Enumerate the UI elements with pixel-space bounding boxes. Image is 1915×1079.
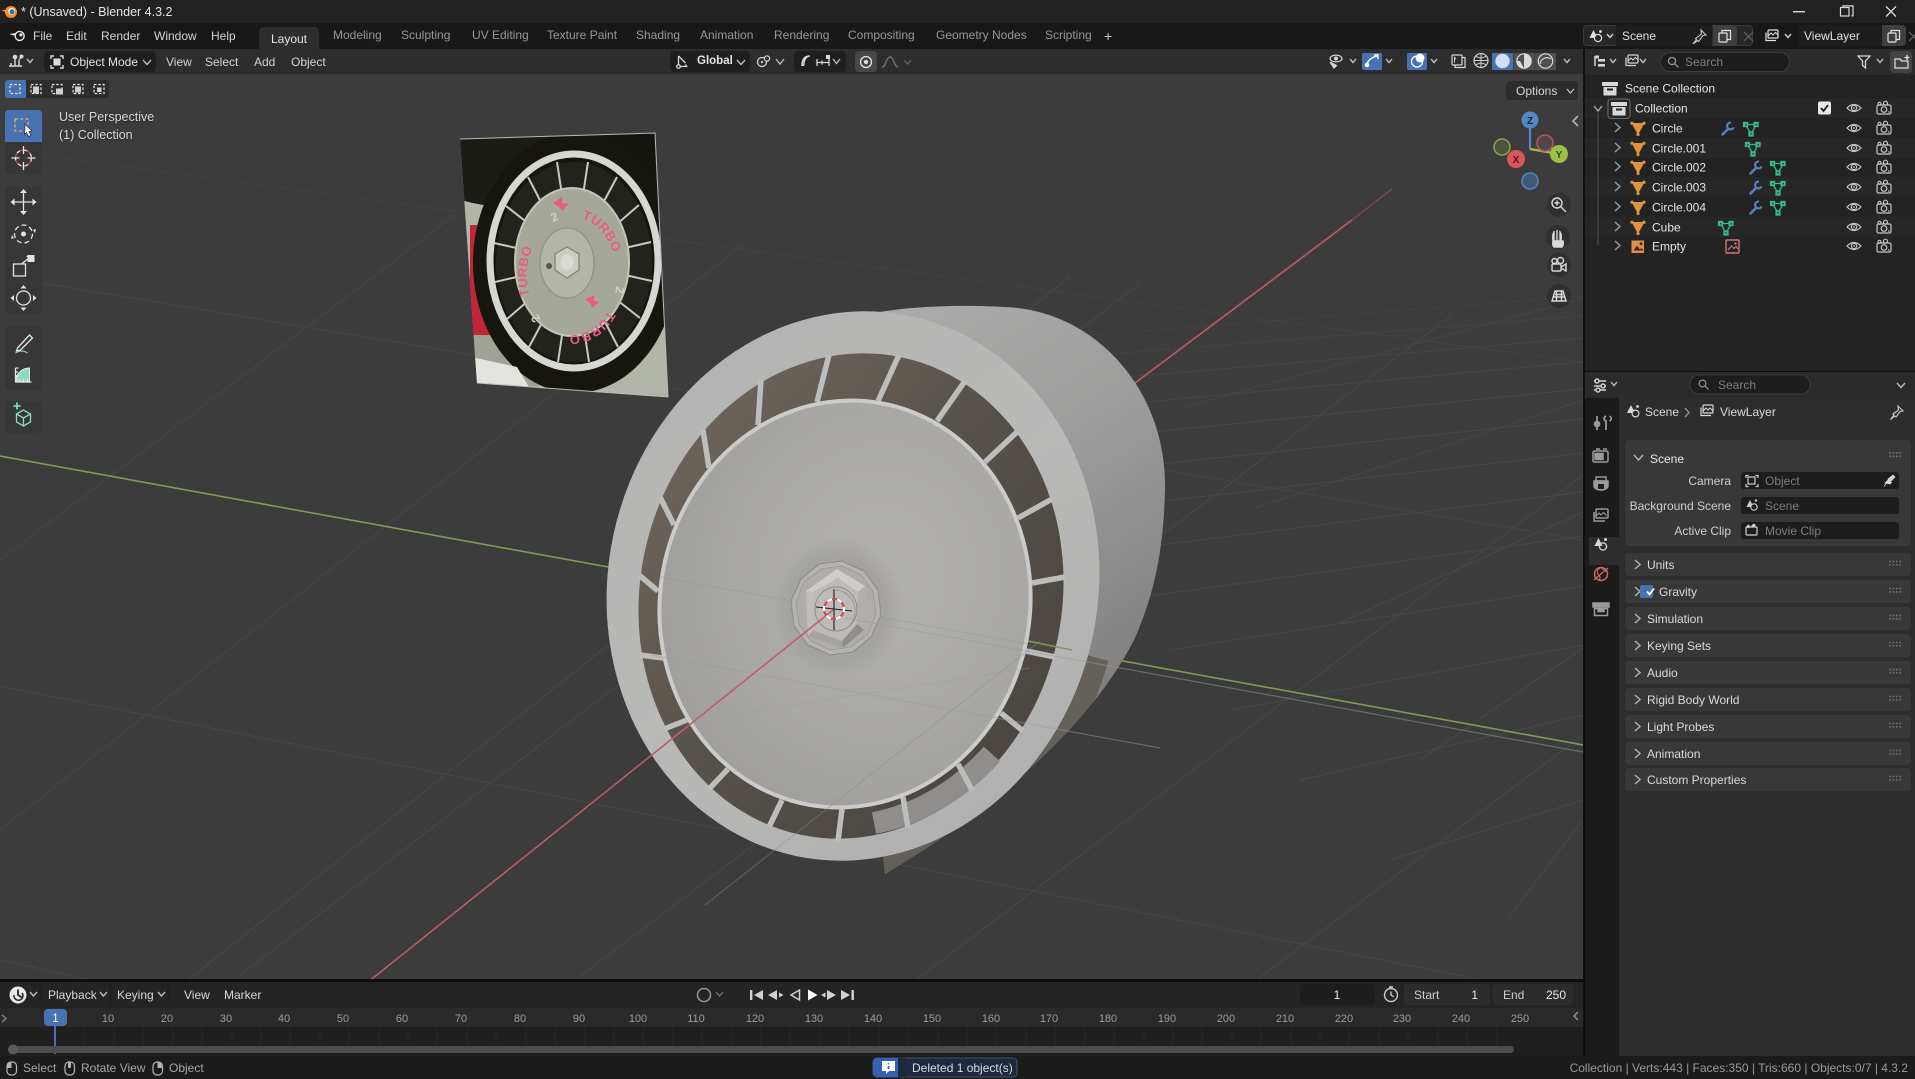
svg-text:Gravity: Gravity — [1659, 585, 1697, 599]
svg-text:Movie Clip: Movie Clip — [1765, 524, 1821, 538]
svg-text:110: 110 — [687, 1013, 705, 1025]
svg-text:130: 130 — [805, 1013, 823, 1025]
svg-text:230: 230 — [1393, 1013, 1411, 1025]
svg-text:Deleted 1 object(s): Deleted 1 object(s) — [912, 1061, 1013, 1075]
svg-text:Scene Collection: Scene Collection — [1625, 82, 1715, 96]
svg-text:Camera: Camera — [1688, 474, 1731, 488]
svg-text:Animation: Animation — [1647, 747, 1700, 761]
svg-text:Marker: Marker — [224, 988, 261, 1002]
svg-text:160: 160 — [982, 1013, 1000, 1025]
svg-text:1: 1 — [1334, 988, 1341, 1002]
svg-text:Cube: Cube — [1652, 221, 1681, 235]
svg-text:Select: Select — [23, 1061, 57, 1075]
svg-text:Rotate View: Rotate View — [81, 1061, 146, 1075]
svg-text:50: 50 — [337, 1013, 349, 1025]
svg-text:Circle.002: Circle.002 — [1652, 161, 1706, 175]
svg-text:150: 150 — [923, 1013, 941, 1025]
svg-text:70: 70 — [455, 1013, 467, 1025]
svg-text:X: X — [1513, 155, 1520, 166]
svg-text:Active Clip: Active Clip — [1674, 524, 1731, 538]
svg-text:Simulation: Simulation — [1647, 612, 1703, 626]
svg-text:Collection | Verts:443 | Faces: Collection | Verts:443 | Faces:350 | Tri… — [1570, 1061, 1909, 1075]
svg-text:Scene: Scene — [1645, 405, 1679, 419]
svg-text:Audio: Audio — [1647, 666, 1678, 680]
svg-text:180: 180 — [1099, 1013, 1117, 1025]
svg-text:Rigid Body World: Rigid Body World — [1647, 693, 1739, 707]
svg-text:210: 210 — [1276, 1013, 1294, 1025]
svg-text:Start: Start — [1414, 988, 1440, 1002]
svg-text:10: 10 — [102, 1013, 114, 1025]
svg-text:250: 250 — [1546, 988, 1566, 1002]
svg-text:Y: Y — [1556, 150, 1563, 161]
svg-text:90: 90 — [573, 1013, 585, 1025]
svg-text:60: 60 — [396, 1013, 408, 1025]
svg-text:Circle.001: Circle.001 — [1652, 142, 1706, 156]
svg-text:100: 100 — [629, 1013, 647, 1025]
svg-text:140: 140 — [864, 1013, 882, 1025]
svg-text:Playback: Playback — [48, 988, 98, 1002]
svg-text:Background Scene: Background Scene — [1630, 499, 1732, 513]
svg-text:30: 30 — [220, 1013, 232, 1025]
svg-text:Units: Units — [1647, 558, 1674, 572]
svg-text:170: 170 — [1040, 1013, 1058, 1025]
svg-text:Object: Object — [169, 1061, 204, 1075]
svg-text:Custom Properties: Custom Properties — [1647, 773, 1746, 787]
svg-text:End: End — [1503, 988, 1524, 1002]
svg-text:Scene: Scene — [1650, 452, 1684, 466]
svg-text:200: 200 — [1217, 1013, 1235, 1025]
svg-text:ViewLayer: ViewLayer — [1720, 405, 1776, 419]
svg-text:250: 250 — [1511, 1013, 1529, 1025]
svg-text:1: 1 — [52, 1013, 58, 1025]
svg-text:Circle.003: Circle.003 — [1652, 181, 1706, 195]
svg-text:View: View — [184, 988, 210, 1002]
svg-text:Keying: Keying — [117, 988, 154, 1002]
svg-text:190: 190 — [1158, 1013, 1176, 1025]
svg-text:Search: Search — [1718, 378, 1756, 392]
svg-text:Empty: Empty — [1652, 240, 1686, 254]
svg-text:1: 1 — [1471, 988, 1478, 1002]
svg-text:240: 240 — [1452, 1013, 1470, 1025]
svg-text:40: 40 — [278, 1013, 290, 1025]
svg-text:Scene: Scene — [1765, 499, 1799, 513]
svg-text:Keying Sets: Keying Sets — [1647, 639, 1711, 653]
svg-text:80: 80 — [514, 1013, 526, 1025]
svg-text:Object: Object — [1765, 474, 1800, 488]
svg-text:Circle.004: Circle.004 — [1652, 201, 1706, 215]
svg-text:20: 20 — [161, 1013, 173, 1025]
svg-text:Z: Z — [1527, 116, 1533, 127]
svg-text:Collection: Collection — [1635, 102, 1688, 116]
svg-text:120: 120 — [746, 1013, 764, 1025]
svg-text:220: 220 — [1335, 1013, 1353, 1025]
svg-text:Circle: Circle — [1652, 122, 1683, 136]
svg-text:Light Probes: Light Probes — [1647, 720, 1714, 734]
